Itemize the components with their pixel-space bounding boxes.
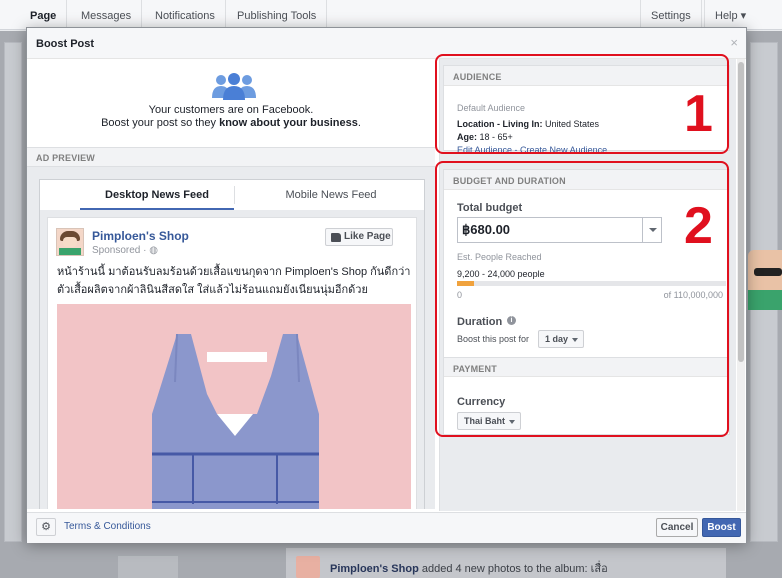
nav-tab-publishing-tools[interactable]: Publishing Tools — [227, 0, 328, 30]
post-page-name[interactable]: Pimploen's Shop — [92, 229, 189, 243]
like-page-button[interactable]: Like Page — [325, 228, 393, 246]
ad-preview-column: Your customers are on Facebook. Boost yo… — [27, 59, 435, 509]
people-icon — [212, 73, 256, 100]
gear-icon[interactable]: ⚙ — [36, 518, 56, 536]
hero-line-2: Boost your post so they know about your … — [101, 117, 361, 129]
cancel-button[interactable]: Cancel — [656, 518, 698, 537]
boost-button[interactable]: Boost — [702, 518, 741, 537]
background-profile-photo — [748, 250, 782, 310]
dialog-title: Boost Post — [36, 38, 95, 50]
page-top-nav: Page Messages Notifications Publishing T… — [0, 0, 782, 30]
ad-preview-label: AD PREVIEW — [36, 153, 96, 163]
sponsored-label: Sponsored · ◍ — [92, 245, 158, 256]
post-text: หน้าร้านนี้ มาต้อนรับลมร้อนด้วยเสื้อแขนก… — [57, 266, 411, 296]
nav-tab-page[interactable]: Page — [20, 0, 68, 30]
sponsored-post: Pimploen's Shop Sponsored · ◍ Like Page … — [47, 217, 417, 509]
terms-link[interactable]: Terms & Conditions — [64, 521, 151, 532]
hero-banner: Your customers are on Facebook. Boost yo… — [27, 59, 435, 147]
ad-preview-box: Desktop News Feed Mobile News Feed Pimpl… — [39, 179, 425, 509]
preview-area: Pimploen's Shop Sponsored · ◍ Like Page … — [40, 210, 424, 509]
story-page-name[interactable]: Pimploen's Shop — [330, 563, 419, 575]
thumbs-up-icon — [331, 233, 341, 242]
nav-tab-notifications[interactable]: Notifications — [145, 0, 226, 30]
page-avatar[interactable] — [56, 228, 84, 256]
nav-tab-messages[interactable]: Messages — [71, 0, 143, 30]
dialog-footer: ⚙ Terms & Conditions Cancel Boost — [27, 512, 746, 543]
annotation-number-1: 1 — [684, 85, 713, 143]
ad-preview-section-bar: AD PREVIEW — [27, 147, 435, 167]
background-story: Pimploen's Shop added 4 new photos to th… — [286, 548, 726, 578]
hero-line-1: Your customers are on Facebook. — [148, 104, 314, 116]
annotation-number-2: 2 — [684, 197, 713, 255]
scrollbar-thumb[interactable] — [738, 62, 744, 362]
close-icon[interactable]: × — [730, 35, 738, 50]
tab-mobile-news-feed[interactable]: Mobile News Feed — [236, 180, 426, 210]
background-sidebar — [4, 42, 22, 542]
dress-illustration — [57, 304, 411, 509]
post-photo-dress[interactable] — [57, 304, 411, 509]
story-avatar — [296, 556, 320, 578]
background-quote-block — [118, 556, 178, 578]
settings-scrollbar[interactable] — [737, 59, 745, 511]
tab-divider — [234, 186, 235, 204]
tab-desktop-news-feed[interactable]: Desktop News Feed — [80, 180, 234, 210]
like-page-label: Like Page — [344, 231, 391, 242]
nav-settings[interactable]: Settings — [640, 0, 702, 30]
story-text: added 4 new photos to the album: เสื่อ — [418, 563, 608, 575]
nav-help[interactable]: Help ▾ — [704, 0, 756, 30]
